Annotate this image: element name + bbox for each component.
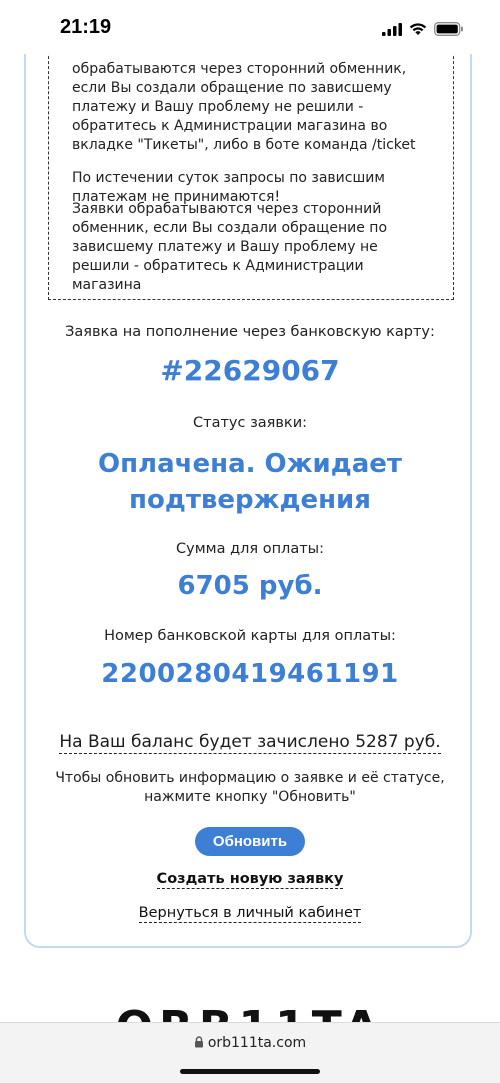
amount-value: 6705 руб. (177, 571, 323, 601)
payment-card: обрабатываются через сторонний обменник,… (24, 54, 472, 948)
refresh-hint: Чтобы обновить информацию о заявке и её … (55, 770, 445, 805)
url-display[interactable]: orb111ta.com (0, 1035, 500, 1051)
page-content: обрабатываются через сторонний обменник,… (0, 54, 500, 1022)
battery-icon (434, 22, 463, 36)
credit-line-wrapper: На Ваш баланс будет зачислено 5287 руб. (26, 732, 474, 754)
status-bar: 21:19 (0, 0, 500, 54)
new-request-link[interactable]: Создать новую заявку (156, 871, 344, 889)
back-to-account-link[interactable]: Вернуться в личный кабинет (138, 905, 362, 923)
signal-icon (382, 22, 402, 36)
url-text: orb111ta.com (207, 1035, 307, 1051)
wifi-icon (409, 23, 427, 35)
new-request-wrapper: Создать новую заявку (26, 868, 474, 889)
status-value: Оплачена. Ожидает подтверждения (97, 449, 402, 515)
amount-label: Сумма для оплаты: (176, 541, 324, 557)
back-link-wrapper: Вернуться в личный кабинет (26, 902, 474, 923)
lock-icon (194, 1036, 203, 1048)
status-time: 21:19 (60, 16, 112, 38)
notice-paragraph-1: обрабатываются через сторонний обменник,… (72, 61, 416, 153)
home-indicator (180, 1069, 320, 1074)
notice-paragraph-3: Заявки обрабатываются через сторонний об… (72, 201, 388, 293)
request-number: #22629067 (160, 354, 340, 387)
credit-amount-text: На Ваш баланс будет зачислено 5287 руб. (59, 732, 441, 754)
site-logo: ORB11TA (0, 1002, 500, 1022)
refresh-button-wrapper: Обновить (26, 827, 474, 856)
request-label: Заявка на пополнение через банковскую ка… (65, 324, 435, 340)
status-label: Статус заявки: (193, 415, 307, 431)
refresh-button[interactable]: Обновить (194, 827, 306, 856)
card-number-label: Номер банковской карты для оплаты: (104, 628, 396, 644)
status-icons (382, 20, 464, 38)
browser-address-bar: orb111ta.com (0, 1022, 500, 1083)
card-number: 2200280419461191 (101, 659, 399, 689)
